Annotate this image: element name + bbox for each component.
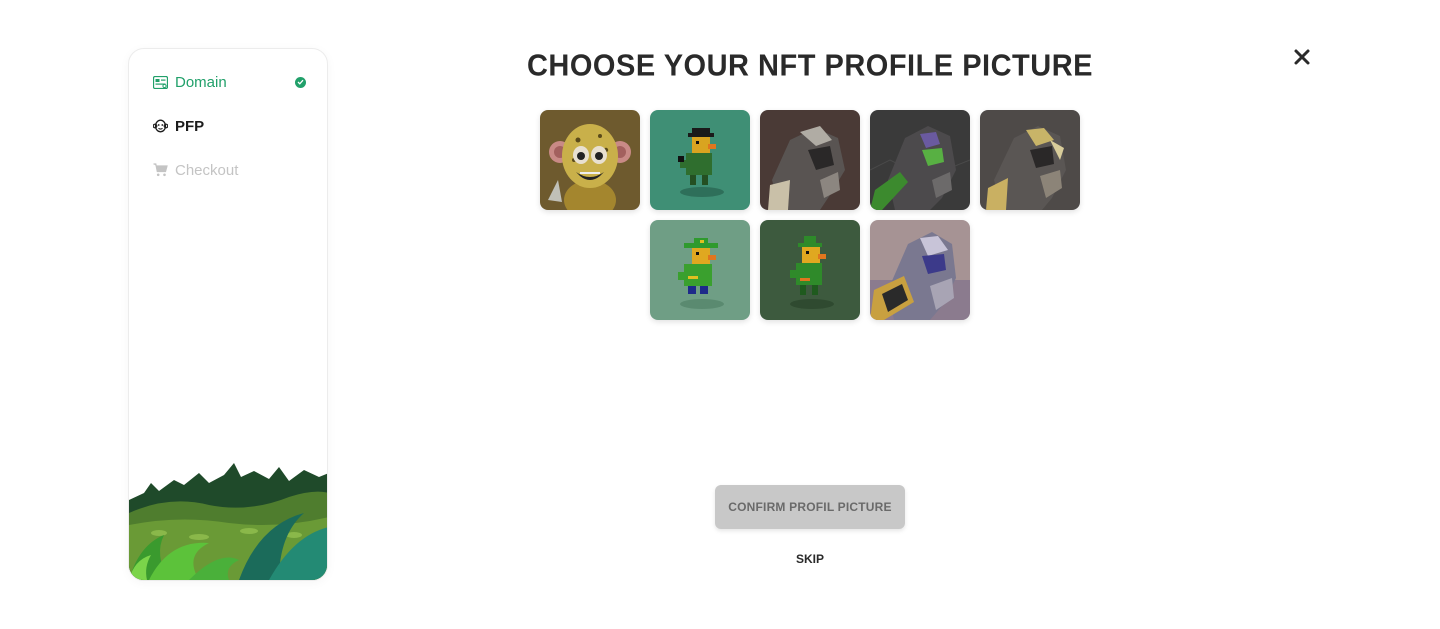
nft-option-robot-gold[interactable] [980,110,1080,210]
page-title: CHOOSE YOUR NFT PROFILE PICTURE [526,49,1093,83]
step-pfp-label: PFP [175,117,205,135]
robot-nft-image [760,110,860,210]
close-button[interactable] [1290,45,1314,69]
nft-option-robot-green[interactable] [870,110,970,210]
jungle-foliage-illustration [129,463,327,580]
step-pfp[interactable]: PFP [152,116,306,136]
pfp-selection-page: Domain PFP Checkout CHOOSE YOUR NFT PROF… [0,0,1440,629]
duck-nft-image [760,220,860,320]
cart-icon [152,162,168,178]
nft-option-robot-purple[interactable] [870,220,970,320]
nft-option-monkey[interactable] [540,110,640,210]
nft-option-duck-green-hat-dark[interactable] [760,220,860,320]
robot-nft-image [870,110,970,210]
step-domain[interactable]: Domain [152,72,306,92]
nft-option-robot-dark[interactable] [760,110,860,210]
step-checkout: Checkout [152,160,306,180]
step-domain-label: Domain [175,73,227,91]
robot-nft-image [870,220,970,320]
robot-nft-image [980,110,1080,210]
steps-sidebar: Domain PFP Checkout [128,48,328,581]
nft-option-duck-black-hat[interactable] [650,110,750,210]
monkey-nft-image [540,110,640,210]
nft-option-duck-green-hat[interactable] [650,220,750,320]
confirm-profile-picture-button[interactable]: CONFIRM PROFIL PICTURE [715,485,905,529]
monkey-face-icon [152,118,168,134]
domain-card-icon [152,74,168,90]
duck-nft-image [650,110,750,210]
step-checkout-label: Checkout [175,161,239,179]
check-circle-icon [295,76,306,88]
close-icon [1294,49,1310,65]
duck-nft-image [650,220,750,320]
skip-link[interactable]: SKIP [770,552,850,570]
